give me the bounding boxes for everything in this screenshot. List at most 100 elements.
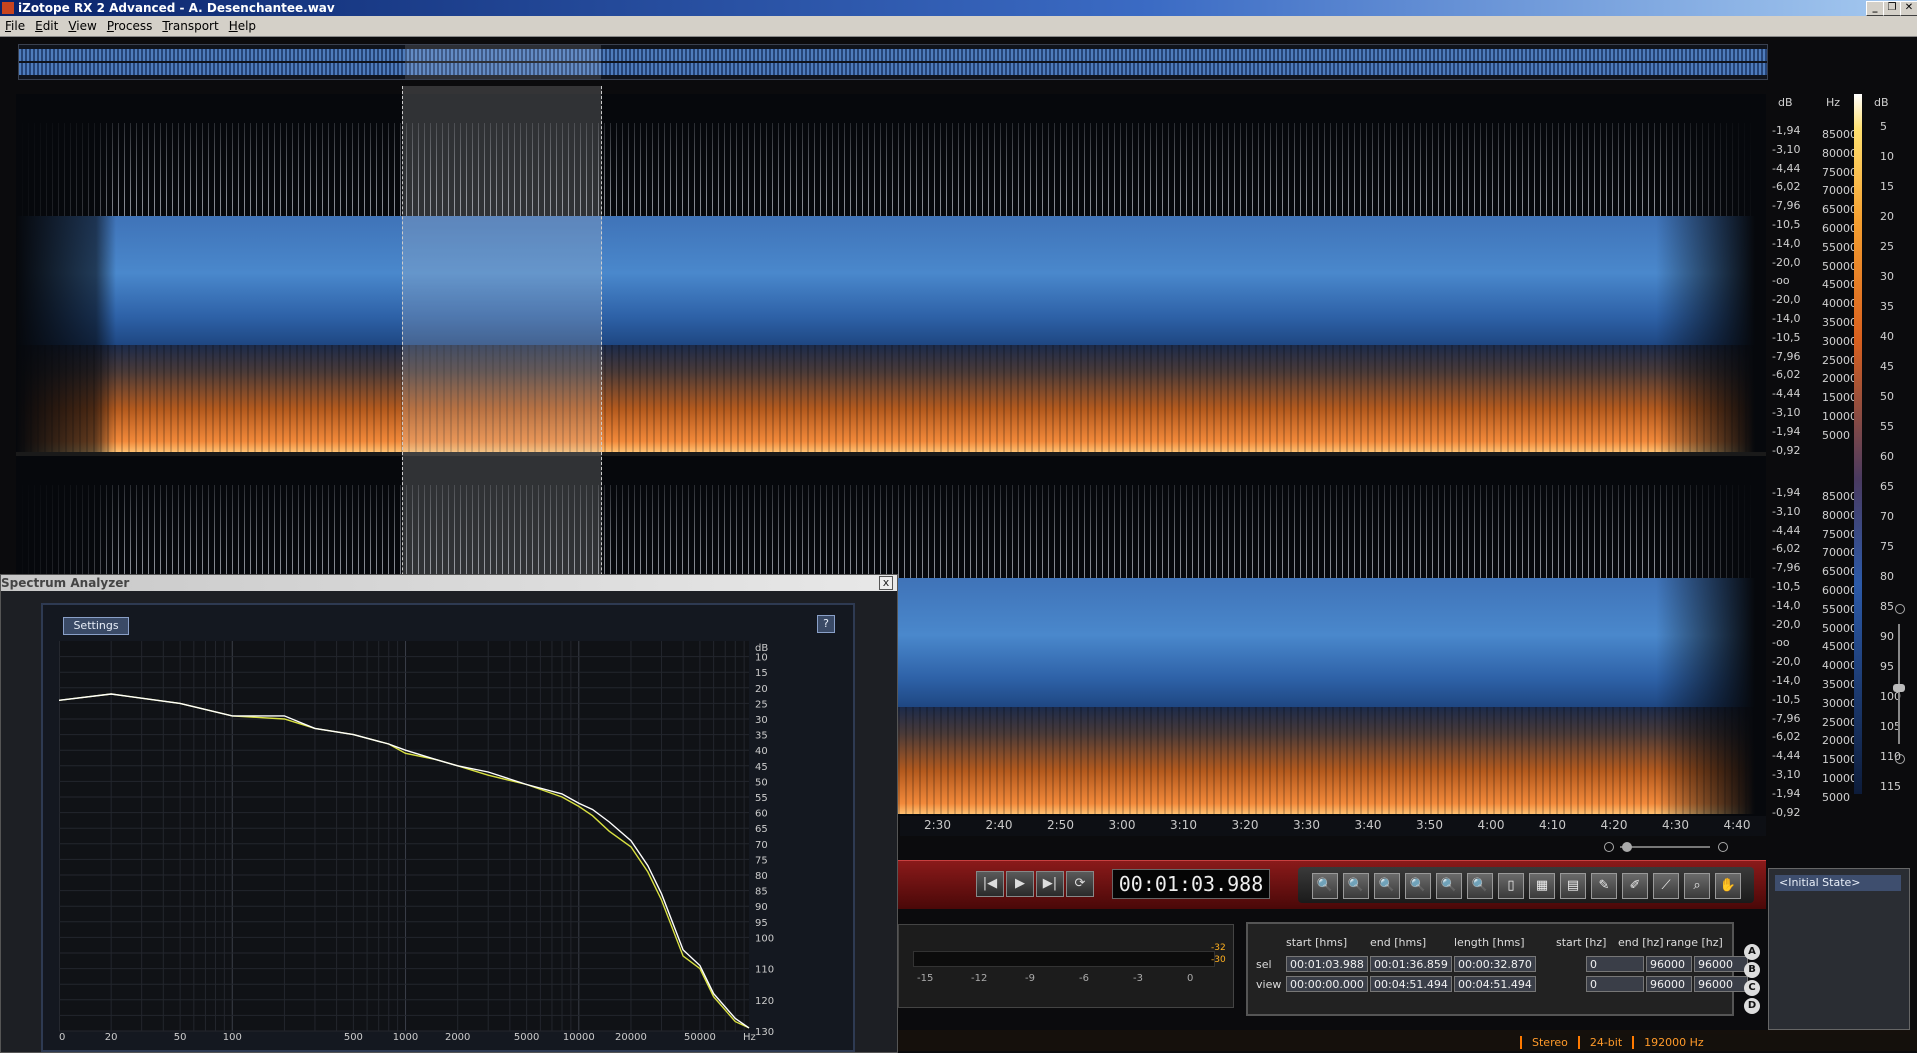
selection-value-field[interactable]: 96000 [1646, 976, 1692, 992]
tool-button[interactable]: 🔍 [1343, 873, 1369, 899]
y-tick-label: 60 [755, 809, 768, 820]
x-tick-label: 1000 [393, 1032, 418, 1041]
history-item[interactable]: <Initial State> [1775, 875, 1901, 891]
selection-value-field[interactable]: 00:04:51.494 [1454, 976, 1536, 992]
selection-value-field[interactable]: 0 [1586, 976, 1644, 992]
zoom-thumb[interactable] [1622, 842, 1632, 852]
maximize-button[interactable]: ❐ [1883, 1, 1901, 16]
zoom-thumb[interactable] [1893, 684, 1905, 692]
db-tick-label: -7,96 [1772, 349, 1801, 363]
meter-scale-label: -3 [1133, 973, 1143, 984]
selection-value-field[interactable]: 00:00:32.870 [1454, 956, 1536, 972]
selection-value-field[interactable]: 00:00:00.000 [1286, 976, 1368, 992]
zoom-in-icon[interactable] [1895, 604, 1905, 614]
tool-button[interactable]: 🔍 [1436, 873, 1462, 899]
go-to-start-button[interactable]: |◀ [976, 871, 1004, 897]
db-tick-label: -4,44 [1772, 387, 1801, 401]
zoom-track[interactable] [1620, 846, 1710, 848]
color-scale-unit: dB [1874, 96, 1889, 109]
hz-tick-label: 55000 [1822, 240, 1857, 254]
y-tick-label: 25 [755, 699, 768, 710]
menu-process[interactable]: Process [102, 16, 158, 36]
play-selection-button[interactable]: ▶| [1036, 871, 1064, 897]
snapshot-c-button[interactable]: C [1744, 980, 1760, 996]
tool-button[interactable]: 🔍 [1405, 873, 1431, 899]
hz-tick-label: 40000 [1822, 659, 1857, 673]
tool-button[interactable]: ▤ [1560, 873, 1586, 899]
hz-tick-label: 15000 [1822, 391, 1857, 405]
db-tick-label: -1,94 [1772, 786, 1801, 800]
tool-button[interactable]: 🔍 [1312, 873, 1338, 899]
db-tick-label: -7,96 [1772, 199, 1801, 213]
tool-button[interactable]: ▦ [1529, 873, 1555, 899]
x-tick-label: 50 [174, 1032, 187, 1041]
selection-value-field[interactable]: 96000 [1694, 956, 1748, 972]
y-tick-label: 90 [755, 902, 768, 913]
db-tick-label: -6,02 [1772, 542, 1801, 556]
tool-button[interactable]: ✐ [1622, 873, 1648, 899]
time-ruler[interactable]: 2:30 2:40 2:50 3:00 3:10 3:20 3:30 3:40 3:50 4:00… [900, 816, 1766, 836]
meter-bar [913, 951, 1215, 967]
tool-button[interactable]: ✋ [1715, 873, 1741, 899]
time-tick-label: 3:10 [1170, 818, 1197, 832]
menu-edit[interactable]: Edit [30, 16, 63, 36]
tool-button[interactable]: ▯ [1498, 873, 1524, 899]
spectrum-analyzer-window: Spectrum Analyzer x Settings ? dB 10 15 20 2… [0, 574, 898, 1053]
x-tick-label: 2000 [445, 1032, 470, 1041]
tool-button[interactable]: 🔍 [1374, 873, 1400, 899]
db-tick-label: -14,0 [1772, 674, 1801, 687]
snapshot-d-button[interactable]: D [1744, 998, 1760, 1014]
x-tick-label: 5000 [514, 1032, 539, 1041]
zoom-out-icon[interactable] [1895, 754, 1905, 764]
hz-tick-label: 35000 [1822, 678, 1857, 691]
hz-tick-label: 30000 [1822, 334, 1857, 348]
column-header: end [hms] [1370, 936, 1427, 949]
zoom-in-icon[interactable] [1718, 842, 1728, 852]
tool-button[interactable]: 🔍 [1467, 873, 1493, 899]
snapshot-a-button[interactable]: A [1744, 944, 1760, 960]
y-tick-label: 50 [755, 777, 768, 788]
loop-button[interactable]: ⟳ [1066, 871, 1094, 897]
overview-view-region[interactable] [405, 45, 601, 79]
selection-value-field[interactable]: 00:01:36.859 [1370, 956, 1452, 972]
color-tick-label: 60 [1880, 450, 1894, 463]
color-tick-label: 55 [1880, 420, 1894, 433]
tool-palette: 🔍 🔍 🔍 🔍 🔍 🔍 ▯ ▦ ▤ ✎ ✐ ⟋ ⌕ ✋ [1298, 867, 1754, 903]
help-button[interactable]: ? [817, 615, 835, 633]
hz-tick-label: 20000 [1822, 372, 1857, 386]
selection-value-field[interactable]: 96000 [1694, 976, 1748, 992]
selection-value-field[interactable]: 0 [1586, 956, 1644, 972]
minimize-button[interactable]: _ [1866, 1, 1884, 16]
spectrogram-channel-left [16, 94, 1766, 452]
transport-bar: |◀ ▶ ▶| ⟳ 00:01:03.988 🔍 🔍 🔍 🔍 🔍 🔍 ▯ ▦ ▤ ✎ ✐ ⟋ ⌕ ✋ [898, 860, 1766, 909]
settings-button[interactable]: Settings [63, 617, 129, 635]
hz-tick-label: 35000 [1822, 316, 1857, 329]
menu-help[interactable]: Help [224, 16, 261, 36]
tool-button[interactable]: ⟋ [1653, 873, 1679, 899]
selection-value-field[interactable]: 96000 [1646, 956, 1692, 972]
spectrum-analyzer-close-button[interactable]: x [879, 576, 893, 590]
db-tick-label: -7,96 [1772, 561, 1801, 575]
time-tick-label: 4:20 [1600, 818, 1628, 832]
zoom-out-icon[interactable] [1604, 842, 1614, 852]
hz-tick-label: 50000 [1822, 621, 1857, 635]
vertical-zoom-control[interactable] [1892, 604, 1906, 784]
close-button[interactable]: ✕ [1900, 1, 1917, 16]
selection-value-field[interactable]: 00:04:51.494 [1370, 976, 1452, 992]
menu-transport[interactable]: Transport [157, 16, 223, 36]
color-tick-label: 75 [1880, 540, 1894, 553]
spectrum-analyzer-title[interactable]: Spectrum Analyzer [1, 575, 897, 591]
y-tick-label: 120 [755, 996, 774, 1007]
menu-file[interactable]: File [0, 16, 30, 36]
snapshot-b-button[interactable]: B [1744, 962, 1760, 978]
overview-channel-right [19, 63, 1767, 75]
selection-value-field[interactable]: 00:01:03.988 [1286, 956, 1368, 972]
play-button[interactable]: ▶ [1006, 871, 1034, 897]
tool-button[interactable]: ⌕ [1684, 873, 1710, 899]
waveform-overview[interactable] [18, 44, 1768, 80]
horizontal-zoom-control[interactable] [1604, 840, 1732, 854]
hz-tick-label: 60000 [1822, 222, 1857, 235]
db-tick-label: -3,10 [1772, 406, 1801, 419]
tool-button[interactable]: ✎ [1591, 873, 1617, 899]
menu-view[interactable]: View [63, 16, 101, 36]
